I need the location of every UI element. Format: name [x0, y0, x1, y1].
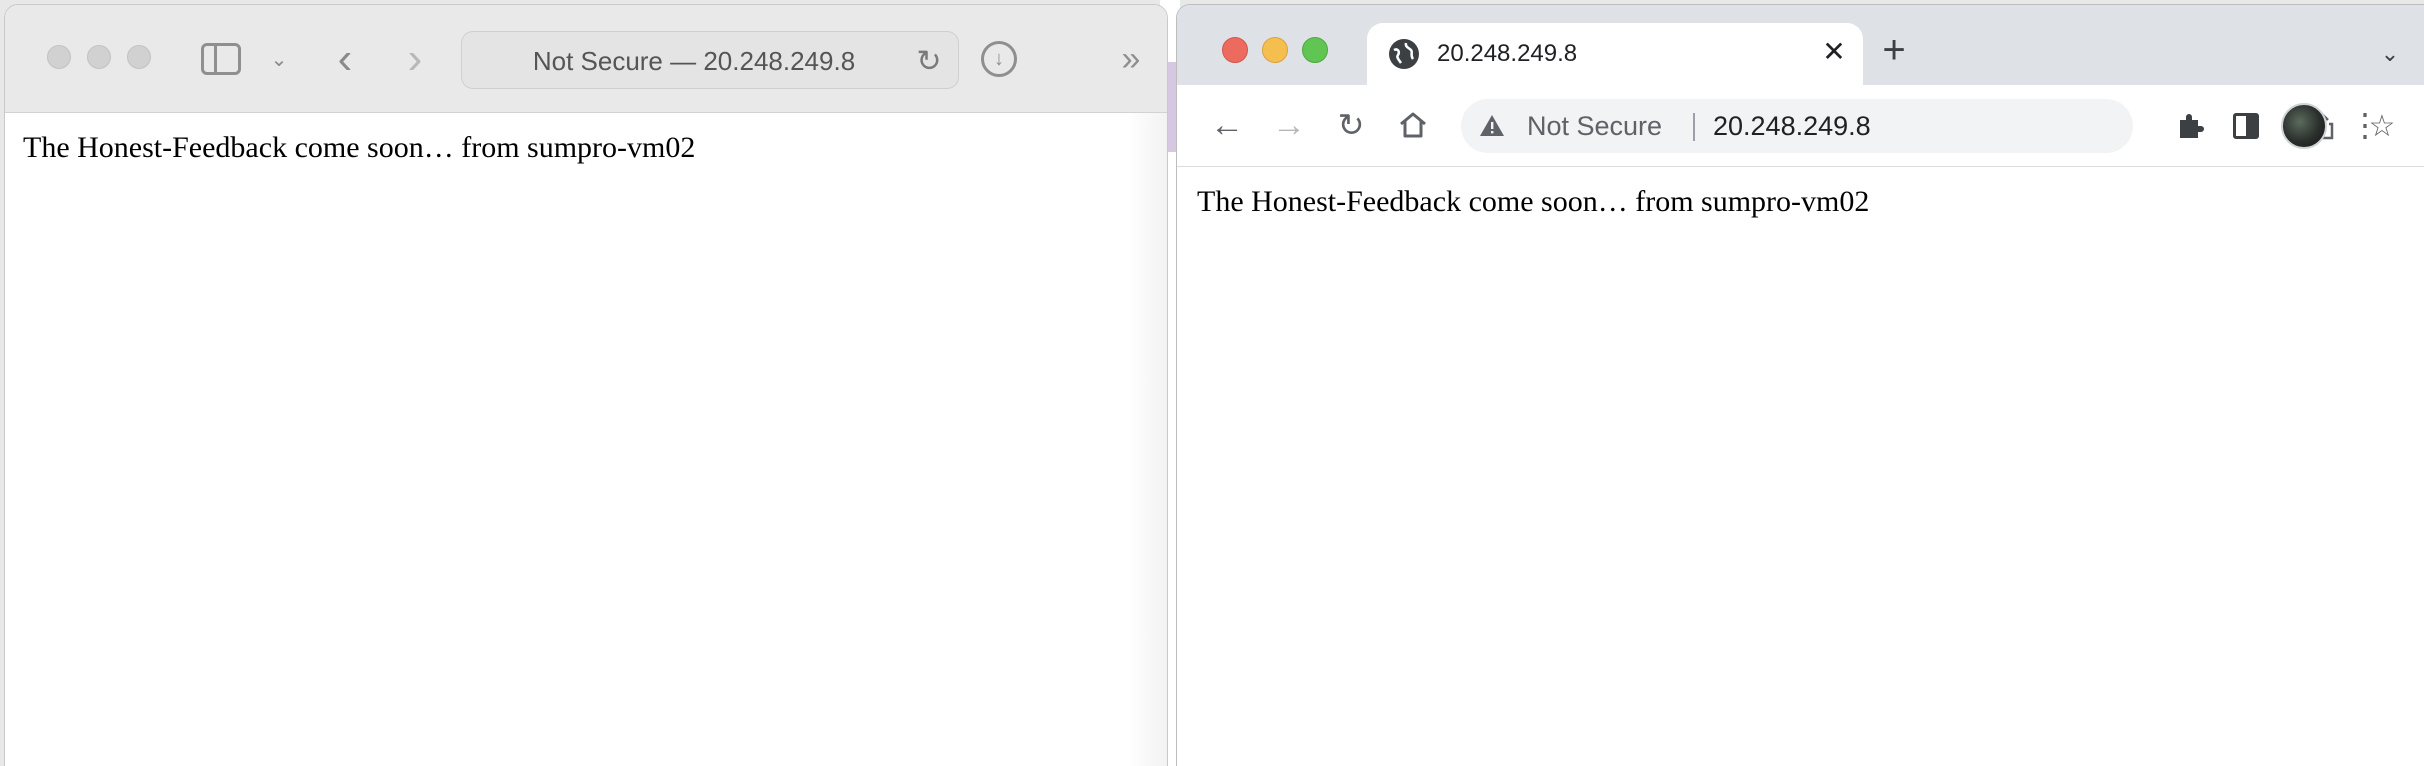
close-icon[interactable]: ✕ — [1819, 37, 1849, 67]
download-icon[interactable]: ↓ — [981, 41, 1017, 77]
not-secure-label[interactable]: Not Secure — [1527, 99, 1662, 153]
desktop: ⌄ ‹ › Not Secure — 20.248.249.8 ↻ ↓ » Th… — [0, 0, 2424, 766]
sidebar-icon[interactable] — [201, 43, 241, 75]
plus-icon[interactable]: + — [1877, 30, 1911, 70]
home-icon[interactable] — [1393, 105, 1433, 145]
zoom-button[interactable] — [127, 45, 151, 69]
menu-icon[interactable]: ⋮ — [2345, 105, 2385, 145]
safari-window: ⌄ ‹ › Not Secure — 20.248.249.8 ↻ ↓ » Th… — [4, 4, 1168, 766]
avatar[interactable] — [2281, 103, 2327, 149]
address-bar[interactable]: Not Secure — 20.248.249.8 ↻ — [461, 31, 959, 89]
close-button[interactable] — [47, 45, 71, 69]
url-text[interactable]: 20.248.249.8 — [1713, 99, 1871, 153]
forward-icon[interactable]: → — [1269, 105, 1309, 145]
zoom-button[interactable] — [1302, 37, 1328, 63]
back-icon[interactable]: ← — [1207, 105, 1247, 145]
minimize-button[interactable] — [1262, 37, 1288, 63]
globe-icon — [1389, 39, 1419, 69]
page-text: The Honest-Feedback come soon… from sump… — [1197, 185, 1870, 218]
address-text[interactable]: Not Secure — 20.248.249.8 — [462, 32, 898, 90]
back-icon[interactable]: ‹ — [327, 34, 363, 83]
tab-strip: 20.248.249.8 ✕ + ⌄ — [1177, 5, 2424, 85]
page-content: The Honest-Feedback come soon… from sump… — [1177, 167, 2424, 766]
chrome-window: 20.248.249.8 ✕ + ⌄ ← → ↻ Not Secure 20.2… — [1176, 4, 2424, 766]
side-panel-icon[interactable] — [2233, 113, 2259, 139]
more-icon[interactable]: » — [1113, 40, 1149, 78]
omnibox[interactable]: Not Secure 20.248.249.8 ☆ — [1461, 99, 2395, 153]
tab-title: 20.248.249.8 — [1437, 40, 1578, 67]
close-button[interactable] — [1222, 37, 1248, 63]
safari-toolbar: ⌄ ‹ › Not Secure — 20.248.249.8 ↻ ↓ » — [5, 5, 1167, 113]
page-text: The Honest-Feedback come soon… from sump… — [23, 131, 696, 164]
chevron-down-icon[interactable]: ⌄ — [267, 45, 291, 73]
window-shadow — [1127, 113, 1167, 766]
chrome-toolbar: ← → ↻ Not Secure 20.248.249.8 ☆ ⋮ — [1177, 85, 2424, 167]
reload-icon[interactable]: ↻ — [914, 45, 944, 78]
tab-active[interactable]: 20.248.249.8 ✕ — [1367, 23, 1863, 85]
tab-search-icon[interactable]: ⌄ — [2375, 41, 2405, 71]
forward-icon[interactable]: › — [397, 34, 433, 83]
minimize-button[interactable] — [87, 45, 111, 69]
extensions-icon[interactable] — [2171, 105, 2211, 145]
reload-icon[interactable]: ↻ — [1331, 105, 1371, 145]
warning-icon[interactable] — [1479, 113, 1505, 139]
page-content: The Honest-Feedback come soon… from sump… — [5, 113, 1167, 766]
omnibox-separator — [1693, 113, 1695, 141]
